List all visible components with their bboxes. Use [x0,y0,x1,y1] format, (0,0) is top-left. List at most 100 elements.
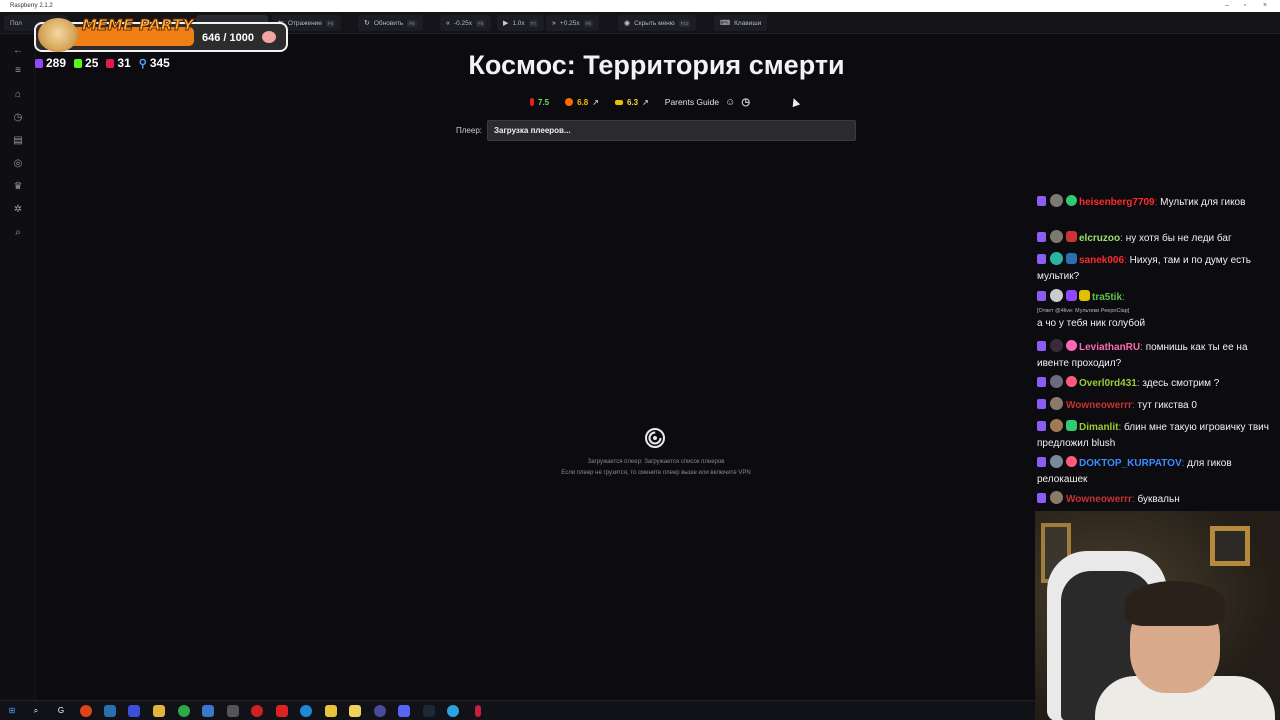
app4-icon[interactable] [227,705,239,717]
hide-menu-button[interactable]: ◉ Скрыть меню F10 [618,15,697,31]
chat-text: ну хотя бы не леди баг [1125,233,1232,244]
chat-nick[interactable]: heisenberg7709 [1079,197,1155,208]
g-hub-icon[interactable]: G [55,705,67,717]
app5-icon[interactable] [251,705,263,717]
chat-nick[interactable]: Overl0rd431 [1079,378,1137,389]
menu-icon[interactable]: ≡ [11,64,25,78]
page-title: Космос: Территория смерти [468,50,845,80]
loading-spinner-icon [645,428,665,448]
chat-nick[interactable]: sanek006 [1079,255,1124,266]
avatar [1050,375,1063,388]
chat-text: Мультик для гиков [1160,197,1246,208]
chat-nick[interactable]: tra5tik [1092,292,1122,303]
settings-icon[interactable]: ✲ [11,203,25,217]
smiley-icon[interactable]: ☺ [725,97,735,108]
faster-key: F8 [583,19,593,27]
avatar [1050,194,1063,207]
chat-nick[interactable]: Wowneowerrr [1066,400,1132,411]
app8-icon[interactable] [325,705,337,717]
faster-label: +0.25x [559,19,580,27]
player-label: Плеер: [456,126,482,135]
app9-icon[interactable] [349,705,361,717]
refresh-button[interactable]: ↻ Обновить F5 [358,15,423,31]
rating-shikimori[interactable]: 6.3 ↗ [614,97,649,107]
slower-button[interactable]: « -0.25x F6 [440,15,492,31]
kick-icon [74,58,83,68]
heart-icon [1066,376,1077,387]
windows-icon[interactable]: ⊞ [6,705,18,717]
rating-kinopoisk[interactable]: 6.8 ↗ [565,98,599,107]
speed-button[interactable]: ▶ 1.0x F7 [497,15,544,31]
steam-icon[interactable] [423,705,435,717]
avatar [1050,491,1063,504]
chat-nick[interactable]: LeviathanRU [1079,342,1140,353]
close-button[interactable]: × [1256,0,1274,12]
chat-text: а чо у тебя ник голубой [1037,318,1146,329]
parents-guide-link[interactable]: Parents Guide [665,97,719,107]
app3-icon[interactable] [202,705,214,717]
chat-message: elcruzoo: ну хотя бы не леди баг [1037,230,1277,247]
search-icon[interactable]: ⌕ [30,705,42,717]
rating-imdb[interactable]: 7.5 [530,98,549,107]
chat-text: тут гикства 0 [1137,400,1197,411]
badge-icon [1066,420,1077,431]
twitch-icon [1037,254,1046,264]
app2-icon[interactable] [128,705,140,717]
random-icon[interactable]: ◎ [11,157,25,171]
chrome-icon[interactable] [178,705,190,717]
app7-icon[interactable] [300,705,312,717]
windows-taskbar: ⊞ ⌕ G ✲ [0,700,1035,720]
rating-value: 6.3 [626,97,639,107]
keys-button[interactable]: ⌨ Клавиши [714,15,768,31]
left-sidebar: ← ≡ ⌂ ◷ ▤ ◎ ♛ ✲ ⌕ [0,34,36,700]
vk-icon [106,58,115,68]
trophy-icon[interactable]: ♛ [11,180,25,194]
twitch-icon [1037,291,1046,301]
clock-icon[interactable]: ◷ [741,97,750,108]
refresh-label: Обновить [373,19,404,27]
widget-title: MEME PARTY [82,16,194,35]
chat-reply: [Ответ @4live: Мультики PeepoClap] [1037,308,1130,314]
app6-icon[interactable] [276,705,288,717]
telegram-icon[interactable] [447,705,459,717]
faster-button[interactable]: » +0.25x F8 [546,15,599,31]
stat-value: 289 [46,56,67,70]
avatar [1050,419,1063,432]
avatar [1050,397,1063,410]
badge-icon [1066,195,1077,206]
app-icon[interactable] [80,705,92,717]
hide-menu-label: Скрыть меню [634,19,675,27]
maximize-button[interactable]: ▫ [1236,0,1254,12]
discord-icon[interactable] [398,705,410,717]
minimize-button[interactable]: – [1218,0,1236,12]
kinopoisk-icon [565,98,574,106]
twitch-icon [1037,196,1046,206]
file-icon[interactable] [104,705,116,717]
folder-icon[interactable] [153,705,165,717]
chat-nick[interactable]: DOKTOP_KURPATOV [1079,458,1182,469]
player-select[interactable]: Загрузка плееров... [487,120,856,141]
history-icon[interactable]: ◷ [11,111,25,125]
app10-icon[interactable] [374,705,386,717]
window-titlebar: Raspberry 2.1.2 – ▫ × [0,0,1280,12]
shikimori-icon [614,99,623,105]
external-link-icon: ↗ [592,97,599,107]
tab-label: Пол [10,19,22,27]
home-icon[interactable]: ⌂ [11,88,25,102]
chat-text: буквальн [1137,494,1180,505]
search-icon[interactable]: ⌕ [11,226,25,240]
play-icon: ▶ [503,20,509,27]
twitch-icon [35,58,43,68]
chat-nick[interactable]: Wowneowerrr [1066,494,1132,505]
stat-twitch: 289 [35,56,66,70]
catalog-icon[interactable]: ▤ [11,134,25,148]
refresh-key: F5 [407,19,417,27]
chat-message: Wowneowerrr: тут гикства 0 [1037,397,1277,414]
speed-key: F7 [528,19,538,27]
raspberry-icon[interactable] [475,705,481,717]
back-icon[interactable]: ← [11,44,25,58]
window-title: Raspberry 2.1.2 [10,3,53,9]
loading-status: Загружается плеер: Загружается список пл… [587,459,725,465]
chat-nick[interactable]: elcruzoo [1079,233,1120,244]
chat-nick[interactable]: Dimanlit [1079,422,1118,433]
